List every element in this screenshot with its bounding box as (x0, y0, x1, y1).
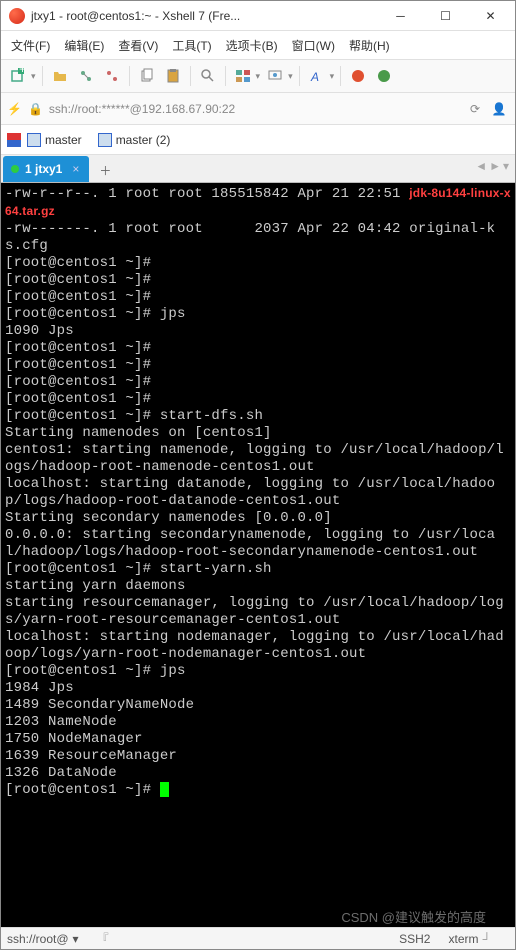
address-bar: ⚡ 🔒 ssh://root:******@192.168.67.90:22 ⟳… (1, 93, 515, 125)
maximize-button[interactable]: ☐ (423, 2, 468, 30)
font-icon[interactable]: A (306, 65, 328, 87)
tab-next-icon[interactable]: ► (489, 159, 501, 173)
svg-text:+: + (19, 68, 26, 76)
status-host: ssh://root@▾ (7, 932, 79, 946)
titlebar: jtxy1 - root@centos1:~ - Xshell 7 (Fre..… (1, 1, 515, 31)
open-session-icon[interactable] (49, 65, 71, 87)
copy-icon[interactable] (136, 65, 158, 87)
refresh-icon[interactable]: ⟳ (465, 99, 485, 119)
status-caret-icon: 『 (97, 930, 400, 947)
reconnect-icon[interactable] (75, 65, 97, 87)
lock-icon: 🔒 (28, 102, 43, 116)
host-icon (27, 133, 41, 147)
flag-icon (7, 133, 21, 147)
menu-view[interactable]: 查看(V) (118, 37, 158, 54)
new-tab-button[interactable]: ＋ (93, 158, 117, 182)
toolbar: +▾ ▾ ▾ A▾ (1, 59, 515, 93)
minimize-button[interactable]: ─ (378, 2, 423, 30)
quick-connect-icon[interactable]: ⚡ (7, 102, 22, 116)
connected-indicator-icon (11, 165, 19, 173)
status-proto: SSH2 (399, 932, 430, 946)
address-text[interactable]: ssh://root:******@192.168.67.90:22 (49, 102, 461, 116)
menu-tabs[interactable]: 选项卡(B) (226, 37, 278, 54)
host-icon (98, 133, 112, 147)
app-logo-icon (9, 8, 25, 24)
terminal[interactable]: -rw-r--r--. 1 root root 185515842 Apr 21… (1, 183, 515, 927)
status-termtype: xterm┘ (448, 932, 491, 946)
session-link-1[interactable]: master (45, 133, 82, 147)
tab-prev-icon[interactable]: ◄ (475, 159, 487, 173)
broadcast-icon[interactable] (264, 65, 286, 87)
menu-edit[interactable]: 编辑(E) (64, 37, 104, 54)
menu-help[interactable]: 帮助(H) (349, 37, 390, 54)
close-button[interactable]: ✕ (468, 2, 513, 30)
tab-close-icon[interactable]: × (72, 162, 79, 176)
menubar: 文件(F) 编辑(E) 查看(V) 工具(T) 选项卡(B) 窗口(W) 帮助(… (1, 31, 515, 59)
menu-tools[interactable]: 工具(T) (172, 37, 211, 54)
paste-icon[interactable] (162, 65, 184, 87)
search-icon[interactable] (197, 65, 219, 87)
session-link-2[interactable]: master (2) (116, 133, 171, 147)
new-session-icon[interactable]: + (7, 65, 29, 87)
tab-strip: 1 jtxy1 × ＋ ◄ ► ▾ (1, 155, 515, 183)
menu-window[interactable]: 窗口(W) (292, 37, 335, 54)
status-bar: ssh://root@▾ 『 SSH2 xterm┘ (1, 927, 515, 949)
disconnect-icon[interactable] (101, 65, 123, 87)
session-bar: master master (2) (1, 125, 515, 155)
xftp-icon[interactable] (373, 65, 395, 87)
menu-file[interactable]: 文件(F) (11, 37, 50, 54)
tab-active[interactable]: 1 jtxy1 × (3, 156, 89, 182)
tab-label: 1 jtxy1 (25, 162, 62, 176)
svg-text:A: A (310, 70, 319, 84)
user-icon[interactable]: 👤 (489, 99, 509, 119)
xshell-icon[interactable] (347, 65, 369, 87)
tab-list-icon[interactable]: ▾ (503, 159, 509, 173)
window-title: jtxy1 - root@centos1:~ - Xshell 7 (Fre..… (31, 9, 378, 23)
layout-icon[interactable] (232, 65, 254, 87)
